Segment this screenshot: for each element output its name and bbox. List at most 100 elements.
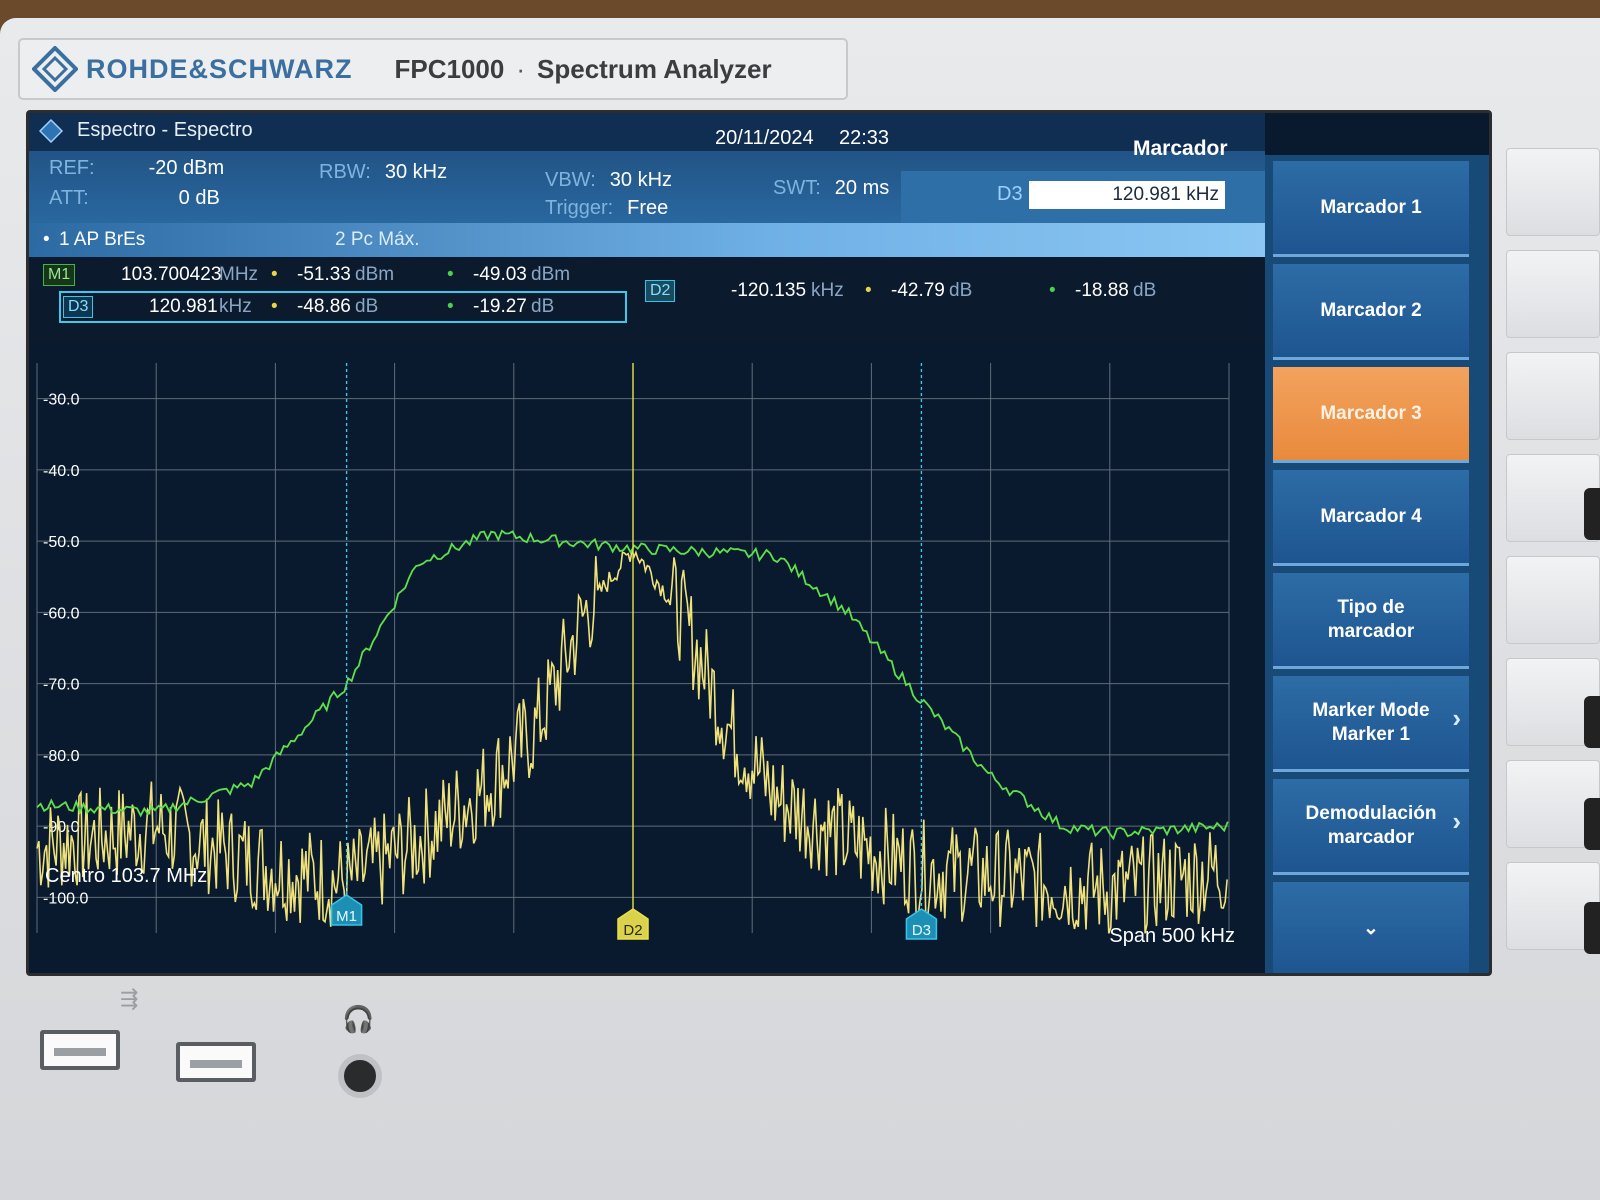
trace-info-bar: • 1 AP BrEs 2 Pc Máx. xyxy=(29,223,1265,257)
softkey-5[interactable]: Tipo de marcador xyxy=(1273,573,1469,669)
softkey-4[interactable]: Marcador 4 xyxy=(1273,470,1469,566)
softkey-label: Marcador 4 xyxy=(1320,505,1422,527)
marker-entry-value[interactable]: 120.981 kHz xyxy=(1029,181,1225,209)
m1-tag: M1 xyxy=(43,264,76,286)
analyzer-screen: Espectro - Espectro 20/11/2024 22:33 Mar… xyxy=(26,110,1492,976)
center-frequency[interactable]: Centro 103.7 MHz xyxy=(45,865,207,888)
softkey-7[interactable]: Demodulación marcador › xyxy=(1273,779,1469,875)
d3-tag: D3 xyxy=(63,296,94,318)
trace-1-line xyxy=(36,550,1228,934)
y-tick-label: -90.0 xyxy=(43,819,80,836)
marker-entry-field[interactable]: D3 120.981 kHz xyxy=(901,171,1265,225)
vbw[interactable]: VBW: 30 kHz xyxy=(545,169,672,192)
spectrum-plot-svg[interactable]: -30.0 -40.0 -50.0 -60.0 -70.0 -80.0 -90.0 -100.… xyxy=(29,343,1265,976)
chevron-right-icon: › xyxy=(1452,806,1461,836)
d2-freq: -120.135 xyxy=(731,280,807,301)
side-knob-4 xyxy=(1584,902,1600,954)
side-button-3[interactable] xyxy=(1506,352,1600,440)
marker-flag-label-d3: D3 xyxy=(912,922,931,939)
usb-port-1[interactable] xyxy=(40,1030,120,1070)
trace1-dot-icon: • xyxy=(43,229,50,250)
softkey-8[interactable]: ⌄ xyxy=(1273,882,1469,973)
d2-level2-unit: dB xyxy=(1133,280,1157,301)
d3-freq-unit: kHz xyxy=(219,296,252,317)
softkey-label: Demodulación marcador xyxy=(1305,802,1437,848)
m1-level1-unit: dBm xyxy=(355,264,395,285)
d2-freq-unit: kHz xyxy=(811,280,844,301)
rbw-label: RBW: xyxy=(319,161,371,183)
m1-freq: 103.700423 xyxy=(121,264,222,285)
marker-row-d3[interactable]: D3 120.981 kHz • -48.86 dB • -19.27 dB xyxy=(29,293,649,321)
d2-tag: D2 xyxy=(645,280,676,302)
green-dot-icon: • xyxy=(1049,280,1056,301)
marker-flag-label-d2: M1 xyxy=(336,908,357,925)
usb-icon: ⇶ xyxy=(120,986,139,1011)
marker-row-d2[interactable]: D2 -120.135 kHz • -42.79 dB • -18.88 dB xyxy=(639,277,1259,305)
marker-entry-label: D3 xyxy=(997,183,1023,205)
softkey-label: Marcador 2 xyxy=(1320,299,1422,321)
brand-plate: ROHDE&SCHWARZ FPC1000 · Spectrum Analyze… xyxy=(18,38,848,100)
side-button-5[interactable] xyxy=(1506,556,1600,644)
green-dot-icon: • xyxy=(447,296,454,317)
swt-value: 20 ms xyxy=(834,177,890,199)
y-tick-label: -80.0 xyxy=(43,748,80,765)
ref-value: -20 dBm xyxy=(148,157,225,179)
d2-level1: -42.79 xyxy=(891,280,945,301)
rbw[interactable]: RBW: 30 kHz xyxy=(319,161,447,184)
mode-title[interactable]: Espectro - Espectro xyxy=(77,119,253,142)
y-tick-label: -50.0 xyxy=(43,534,80,551)
chevron-right-icon: › xyxy=(1452,703,1461,733)
spectrum-plot[interactable]: -30.0 -40.0 -50.0 -60.0 -70.0 -80.0 -90.0 -100.… xyxy=(29,343,1265,976)
trace1-label[interactable]: 1 AP BrEs xyxy=(59,229,145,251)
headphone-jack[interactable] xyxy=(338,1054,382,1098)
d3-level2-unit: dB xyxy=(531,296,555,317)
softkey-6[interactable]: Marker Mode Marker 1 › xyxy=(1273,676,1469,772)
softkey-1[interactable]: Marcador 1 xyxy=(1273,161,1469,257)
ref-label: REF: xyxy=(49,157,95,179)
side-knob-1 xyxy=(1584,488,1600,540)
softkey-panel: Marcador 1 Marcador 2 Marcador 3 Marcador 4… xyxy=(1265,155,1489,973)
vbw-label: VBW: xyxy=(545,169,596,191)
menu-title: Marcador xyxy=(1133,137,1228,160)
softkey-label: Tipo de marcador xyxy=(1327,596,1415,642)
sweep-time[interactable]: SWT: 20 ms xyxy=(773,177,889,200)
header-panel: Espectro - Espectro 20/11/2024 22:33 Mar… xyxy=(29,113,1265,233)
y-tick-label: -100.0 xyxy=(43,890,88,907)
ref-level[interactable]: REF: -20 dBm xyxy=(49,157,224,180)
d3-level1: -48.86 xyxy=(297,296,351,317)
marker-flag-label-m1: D2 xyxy=(623,922,642,939)
m1-level1: -51.33 xyxy=(297,264,351,285)
trace2-label[interactable]: 2 Pc Máx. xyxy=(335,229,419,251)
model-name: FPC1000 xyxy=(394,53,505,84)
green-dot-icon: • xyxy=(447,264,454,285)
vbw-value: 30 kHz xyxy=(609,169,673,191)
device-body: ROHDE&SCHWARZ FPC1000 · Spectrum Analyze… xyxy=(0,18,1600,1200)
swt-label: SWT: xyxy=(773,177,821,199)
marker-row-m1[interactable]: M1 103.700423 MHz • -51.33 dBm • -49.03 … xyxy=(29,261,649,289)
side-knob-2 xyxy=(1584,696,1600,748)
time-display: 22:33 xyxy=(839,127,890,149)
att-label: ATT: xyxy=(49,187,89,209)
trigger-value: Free xyxy=(627,197,669,219)
softkey-label: Marker Mode Marker 1 xyxy=(1312,699,1430,745)
model-separator: · xyxy=(516,53,526,84)
rohde-schwarz-logo-icon xyxy=(32,46,78,92)
attenuation[interactable]: ATT: 0 dB xyxy=(49,187,220,210)
yellow-dot-icon: • xyxy=(271,264,278,285)
side-button-1[interactable] xyxy=(1506,148,1600,236)
softkey-3[interactable]: Marcador 3 xyxy=(1273,367,1469,463)
d3-level1-unit: dB xyxy=(355,296,379,317)
yellow-dot-icon: • xyxy=(865,280,872,301)
usb-port-2[interactable] xyxy=(176,1042,256,1082)
date-display: 20/11/2024 xyxy=(715,127,814,149)
app-diamond-icon[interactable] xyxy=(39,119,63,143)
y-tick-label: -30.0 xyxy=(43,392,80,409)
softkey-2[interactable]: Marcador 2 xyxy=(1273,264,1469,360)
yellow-dot-icon: • xyxy=(271,296,278,317)
trigger[interactable]: Trigger: Free xyxy=(545,197,668,220)
y-tick-label: -60.0 xyxy=(43,605,80,622)
span-value[interactable]: Span 500 kHz xyxy=(1109,925,1235,948)
y-tick-label: -40.0 xyxy=(43,463,80,480)
d2-level1-unit: dB xyxy=(949,280,973,301)
side-button-2[interactable] xyxy=(1506,250,1600,338)
